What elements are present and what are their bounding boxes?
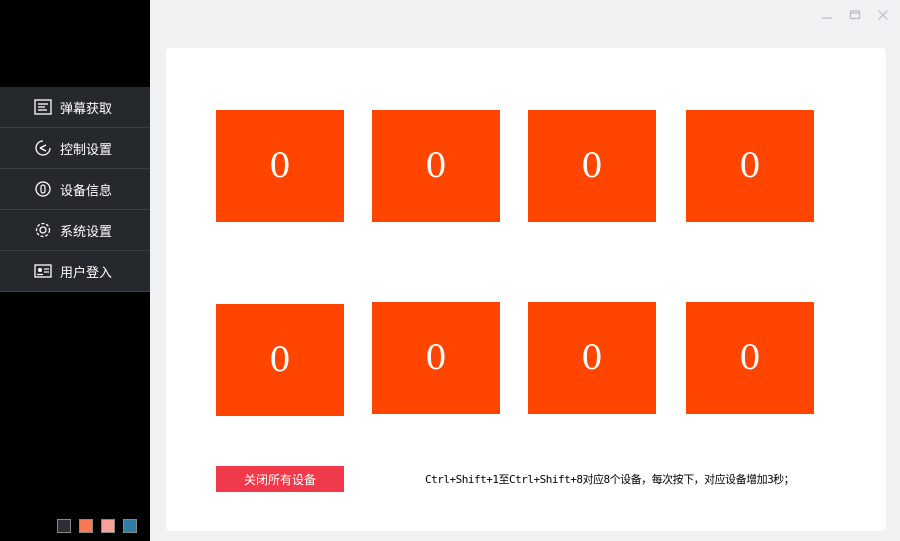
device-counter-7[interactable]: 0 xyxy=(528,302,656,414)
sidebar-nav: 弹幕获取 控制设置 设备信息 系统设置 用户登入 xyxy=(0,87,150,292)
device-counter-8[interactable]: 0 xyxy=(686,302,814,414)
theme-swatch-blue[interactable] xyxy=(123,519,137,533)
device-counter-4[interactable]: 0 xyxy=(686,110,814,222)
close-all-devices-button[interactable]: 关闭所有设备 xyxy=(216,466,344,492)
maximize-button[interactable] xyxy=(846,8,864,22)
sidebar-item-system[interactable]: 系统设置 xyxy=(0,210,150,251)
device-counter-2[interactable]: 0 xyxy=(372,110,500,222)
sidebar-item-device[interactable]: 设备信息 xyxy=(0,169,150,210)
theme-swatch-pink[interactable] xyxy=(101,519,115,533)
device-counter-5[interactable]: 0 xyxy=(216,304,344,416)
id-card-icon xyxy=(34,262,52,280)
gear-icon xyxy=(34,221,52,239)
close-window-button[interactable] xyxy=(874,8,892,22)
sidebar-item-label: 用户登入 xyxy=(60,265,113,281)
device-counter-1[interactable]: 0 xyxy=(216,110,344,222)
theme-swatches xyxy=(57,519,137,533)
control-icon xyxy=(34,139,52,157)
sidebar-item-login[interactable]: 用户登入 xyxy=(0,251,150,292)
sidebar-item-label: 系统设置 xyxy=(60,224,113,240)
sidebar-item-danmaku[interactable]: 弹幕获取 xyxy=(0,87,150,128)
theme-swatch-orange[interactable] xyxy=(79,519,93,533)
sidebar-item-control[interactable]: 控制设置 xyxy=(0,128,150,169)
shortcut-hint-text: Ctrl+Shift+1至Ctrl+Shift+8对应8个设备，每次按下，对应设… xyxy=(425,473,795,486)
sidebar: 弹幕获取 控制设置 设备信息 系统设置 用户登入 xyxy=(0,0,150,541)
sidebar-item-label: 控制设置 xyxy=(60,142,113,158)
list-icon xyxy=(34,98,52,116)
device-counter-3[interactable]: 0 xyxy=(528,110,656,222)
sidebar-item-label: 弹幕获取 xyxy=(60,101,113,117)
device-counter-6[interactable]: 0 xyxy=(372,302,500,414)
device-icon xyxy=(34,180,52,198)
minimize-button[interactable] xyxy=(818,8,836,22)
theme-swatch-dark[interactable] xyxy=(57,519,71,533)
window-controls xyxy=(818,8,892,22)
sidebar-item-label: 设备信息 xyxy=(60,183,113,199)
